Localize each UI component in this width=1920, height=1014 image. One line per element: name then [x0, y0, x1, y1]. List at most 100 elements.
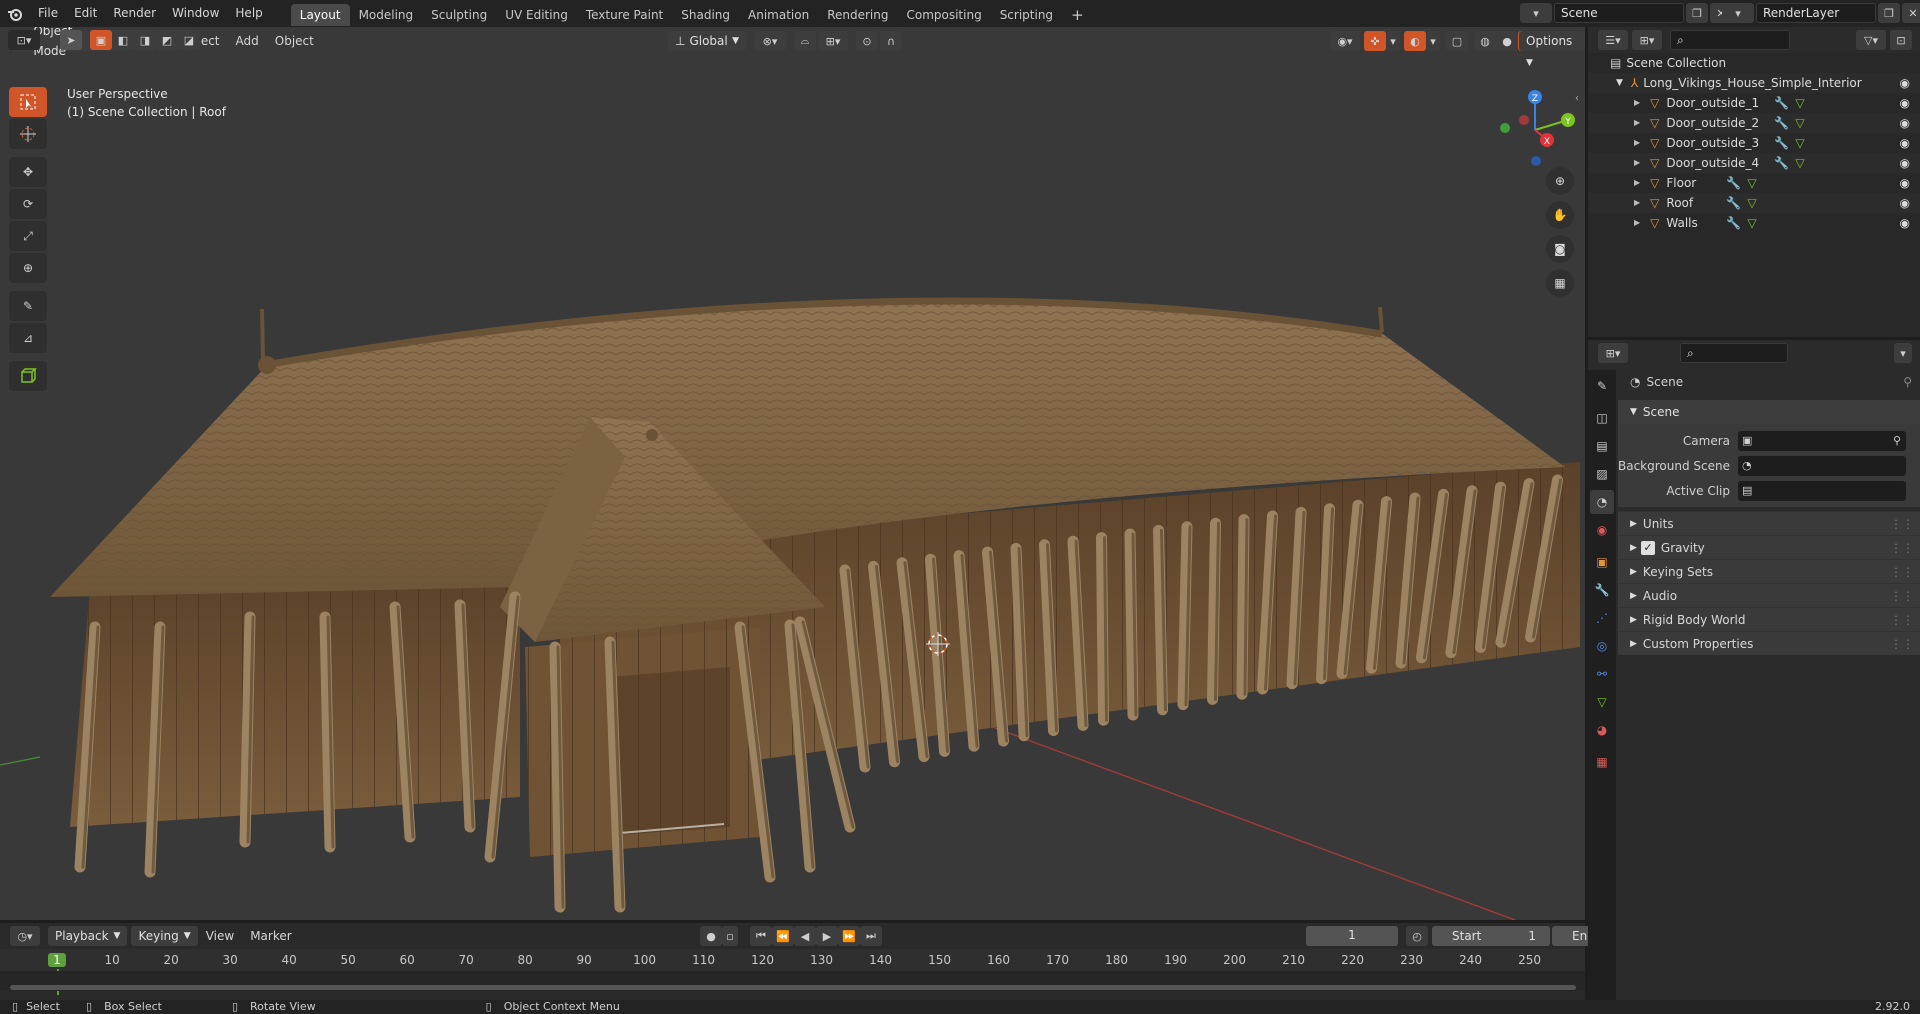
tab-compositing[interactable]: Compositing [897, 4, 990, 26]
camera-view-icon[interactable]: ◙ [1546, 235, 1574, 263]
timeline-editor-type-icon[interactable]: ◷▾ [10, 926, 40, 946]
start-frame-field[interactable]: Start 1 [1432, 926, 1550, 946]
modifier-tab-icon[interactable]: 🔧 [1590, 578, 1614, 602]
drag-handle-icon[interactable]: ⋮⋮ [1890, 584, 1914, 608]
units-panel-header[interactable]: ▶ Units ⋮⋮ [1618, 511, 1920, 535]
gizmo-toggle-icon[interactable]: ✜ [1364, 31, 1386, 51]
visibility-icon[interactable]: ◉▾ [1330, 31, 1360, 51]
solid-shading-icon[interactable]: ● [1496, 31, 1518, 51]
duplicate-scene-icon[interactable]: ❐ [1686, 3, 1708, 23]
render-tab-icon[interactable]: ◫ [1590, 406, 1614, 430]
keying-sets-panel-header[interactable]: ▶ Keying Sets ⋮⋮ [1618, 559, 1920, 583]
outliner-row-object[interactable]: ▶ ▽ Door_outside_2 🔧 ▽ ◉ [1588, 113, 1920, 133]
modifier-wrench-icon[interactable]: 🔧 [1726, 193, 1741, 213]
zoom-icon[interactable]: ⊕ [1546, 167, 1574, 195]
visibility-eye-icon[interactable]: ◉ [1900, 173, 1910, 193]
mesh-data-icon[interactable]: ▽ [1747, 193, 1756, 213]
active-clip-field[interactable]: ▤ [1738, 480, 1906, 501]
tab-rendering[interactable]: Rendering [818, 4, 897, 26]
visibility-eye-icon[interactable]: ◉ [1900, 153, 1910, 173]
gravity-checkbox[interactable]: ✓ [1640, 540, 1655, 555]
timeline-menu-view[interactable]: View [198, 923, 242, 949]
xray-toggle-icon[interactable]: ▢ [1446, 31, 1468, 51]
tab-layout[interactable]: Layout [290, 4, 350, 26]
outliner-row-object[interactable]: ▶ ▽ Door_outside_4 🔧 ▽ ◉ [1588, 153, 1920, 173]
navigation-gizmo[interactable]: Z Y X [1490, 85, 1580, 175]
visibility-eye-icon[interactable]: ◉ [1900, 73, 1910, 93]
play-reverse-icon[interactable]: ◀ [794, 926, 816, 946]
outliner-row-scene-collection[interactable]: ▤ Scene Collection [1588, 53, 1920, 73]
disclosure-right-icon[interactable]: ▶ [1634, 193, 1640, 213]
preview-range-icon[interactable]: ◴ [1406, 926, 1428, 946]
modifier-wrench-icon[interactable]: 🔧 [1726, 213, 1741, 233]
modifier-wrench-icon[interactable]: 🔧 [1774, 93, 1789, 113]
move-tool-icon[interactable]: ✥ [9, 157, 47, 187]
drag-handle-icon[interactable]: ⋮⋮ [1890, 560, 1914, 584]
disclosure-right-icon[interactable]: ▶ [1634, 173, 1640, 193]
outliner-row-collection[interactable]: ▼ ⅄ Long_Vikings_House_Simple_Interior ◉ [1588, 73, 1920, 93]
properties-options-icon[interactable]: ▾ [1894, 343, 1912, 363]
pin-icon[interactable]: ⚲ [1903, 375, 1912, 389]
menu-window[interactable]: Window [164, 0, 227, 27]
menu-edit[interactable]: Edit [66, 0, 105, 27]
keying-dropdown[interactable]: Keying ▼ [131, 926, 198, 946]
jump-start-icon[interactable]: ⏮ [750, 926, 772, 946]
transform-tool-icon[interactable]: ⊕ [9, 253, 47, 283]
gizmo-dropdown-icon[interactable]: ▾ [1386, 31, 1400, 51]
disclosure-right-icon[interactable]: ▶ [1634, 113, 1640, 133]
options-button[interactable]: Options ▼ [1519, 31, 1585, 68]
pivot-point-icon[interactable]: ⊗▾ [754, 31, 786, 51]
texture-tab-icon[interactable]: ▦ [1590, 750, 1614, 774]
outliner-row-object[interactable]: ▶ ▽ Door_outside_3 🔧 ▽ ◉ [1588, 133, 1920, 153]
modifier-wrench-icon[interactable]: 🔧 [1774, 153, 1789, 173]
timeline-scrollbar[interactable] [10, 985, 1576, 990]
transform-orientation-dropdown[interactable]: ⊥ Global ▼ [668, 31, 746, 51]
properties-search-input[interactable]: ⌕ [1680, 343, 1788, 363]
frame-ruler[interactable]: 1 10 20 30 40 50 60 70 80 90 100 110 120 130 140 150 160… [0, 949, 1585, 995]
view-layer-tab-icon[interactable]: ▨ [1590, 462, 1614, 486]
disclosure-right-icon[interactable]: ▶ [1634, 213, 1640, 233]
add-cube-tool-icon[interactable] [9, 361, 47, 391]
visibility-eye-icon[interactable]: ◉ [1900, 133, 1910, 153]
next-keyframe-icon[interactable]: ⏩ [838, 926, 860, 946]
tab-scripting[interactable]: Scripting [991, 4, 1062, 26]
data-tab-icon[interactable]: ▽ [1590, 690, 1614, 714]
tab-animation[interactable]: Animation [739, 4, 818, 26]
background-scene-field[interactable]: ◔ [1738, 455, 1906, 476]
tab-sculpting[interactable]: Sculpting [422, 4, 496, 26]
custom-properties-panel-header[interactable]: ▶ Custom Properties ⋮⋮ [1618, 631, 1920, 655]
audio-panel-header[interactable]: ▶ Audio ⋮⋮ [1618, 583, 1920, 607]
mesh-data-icon[interactable]: ▽ [1795, 133, 1804, 153]
object-tab-icon[interactable]: ▣ [1590, 550, 1614, 574]
gravity-panel-header[interactable]: ▶ ✓ Gravity ⋮⋮ [1618, 535, 1920, 559]
mesh-data-icon[interactable]: ▽ [1795, 113, 1804, 133]
snap-icon[interactable]: ⌓ [794, 31, 816, 51]
tab-shading[interactable]: Shading [672, 4, 739, 26]
menu-help[interactable]: Help [227, 0, 270, 27]
prev-keyframe-icon[interactable]: ⏪ [772, 926, 794, 946]
ortho-grid-icon[interactable]: ▦ [1546, 269, 1574, 297]
rigid-body-world-panel-header[interactable]: ▶ Rigid Body World ⋮⋮ [1618, 607, 1920, 631]
viewport-menu-add[interactable]: Add [228, 27, 267, 55]
active-tool-icon[interactable]: ➤ [60, 30, 82, 50]
eyedropper-icon[interactable]: ⚲ [1893, 434, 1901, 447]
outliner-row-object[interactable]: ▶ ▽ Door_outside_1 🔧 ▽ ◉ [1588, 93, 1920, 113]
tab-uv-editing[interactable]: UV Editing [496, 4, 577, 26]
tab-texture-paint[interactable]: Texture Paint [577, 4, 672, 26]
record-icon[interactable]: ● [700, 926, 722, 946]
outliner-row-object[interactable]: ▶ ▽ Walls 🔧 ▽ ◉ [1588, 213, 1920, 233]
overlay-dropdown-icon[interactable]: ▾ [1426, 31, 1440, 51]
outliner-editor-type-icon[interactable]: ☰▾ [1598, 30, 1628, 50]
mesh-data-icon[interactable]: ▽ [1795, 153, 1804, 173]
selection-new-icon[interactable]: ▣ [90, 30, 112, 50]
outliner-search-input[interactable]: ⌕ [1670, 30, 1790, 50]
visibility-eye-icon[interactable]: ◉ [1900, 213, 1910, 233]
rotate-tool-icon[interactable]: ⟳ [9, 189, 47, 219]
camera-field[interactable]: ▣ ⚲ [1738, 430, 1906, 451]
disclosure-icon[interactable]: ▼ [1616, 73, 1623, 93]
scene-selector-icon[interactable]: ▾ [1520, 3, 1552, 23]
scene-panel-header[interactable]: ▼ Scene [1618, 400, 1920, 424]
jump-end-icon[interactable]: ⏭ [860, 926, 882, 946]
delete-layer-icon[interactable]: ✕ [1902, 3, 1920, 23]
properties-editor-type-icon[interactable]: ⊞▾ [1598, 343, 1628, 363]
